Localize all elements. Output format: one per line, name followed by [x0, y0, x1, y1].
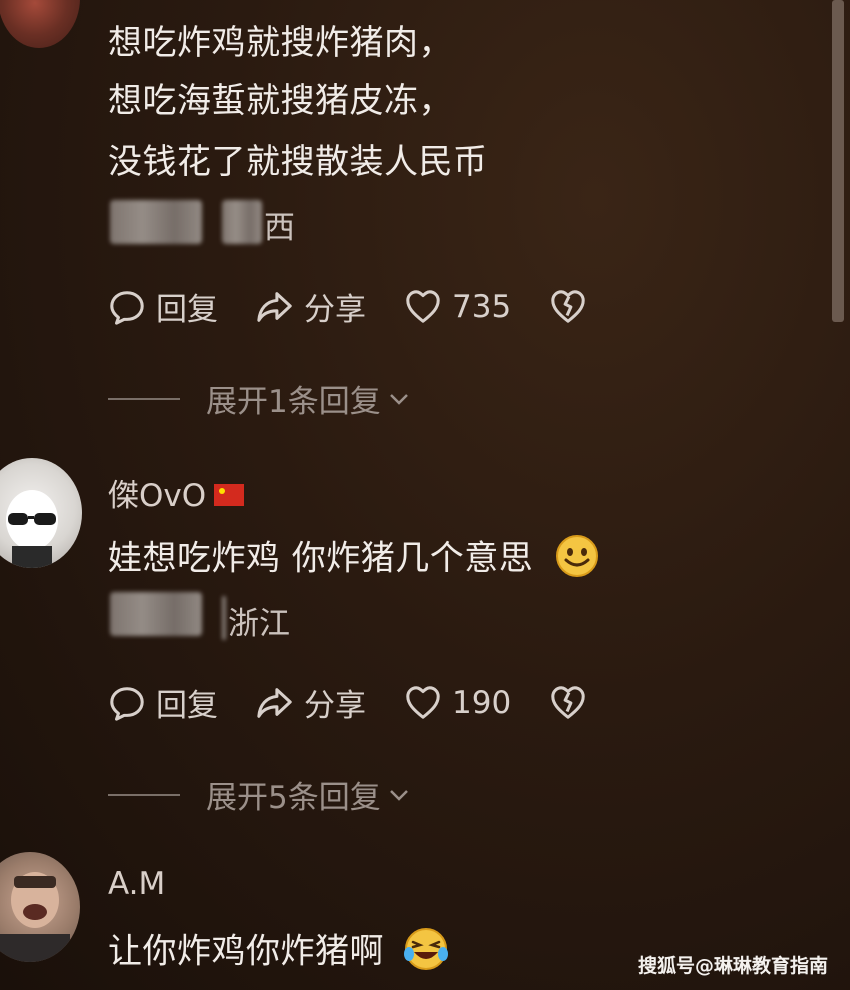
like-button[interactable]: 190	[404, 684, 511, 722]
heart-icon	[406, 685, 440, 719]
blurred-meta	[110, 592, 202, 636]
share-arrow-icon	[257, 687, 292, 718]
share-label: 分享	[304, 688, 366, 724]
scrollbar[interactable]	[832, 0, 844, 322]
chevron-down-icon	[389, 393, 408, 405]
username-text: 傑OvO	[108, 478, 207, 514]
broken-heart-icon	[551, 685, 585, 719]
expand-replies-button[interactable]: 展开5条回复	[108, 772, 411, 817]
broken-heart-icon	[551, 289, 585, 323]
dislike-button[interactable]	[549, 684, 597, 722]
reply-label: 回复	[156, 292, 218, 328]
username[interactable]: 傑OvO	[108, 470, 245, 515]
smile-emoji-icon	[555, 535, 598, 577]
share-label: 分享	[304, 292, 366, 328]
comment-bubble-icon	[110, 290, 144, 325]
like-count: 190	[452, 684, 512, 721]
blurred-meta	[222, 596, 226, 640]
username-text: A.M	[108, 866, 166, 902]
avatar-image	[0, 872, 70, 962]
expand-replies-label: 展开5条回复	[206, 780, 381, 816]
avatar[interactable]	[0, 0, 80, 48]
comment-location: 浙江	[228, 606, 290, 642]
comment-actions: 回复 分享 190	[108, 680, 635, 725]
comment-text-line-2: 想吃海蜇就搜猪皮冻，	[108, 81, 453, 121]
comment-text: 娃想吃炸鸡 你炸猪几个意思	[108, 535, 599, 582]
avatar-image	[6, 490, 58, 568]
blurred-meta	[222, 200, 262, 244]
china-flag-icon	[214, 483, 245, 506]
dislike-button[interactable]	[549, 288, 597, 326]
divider	[108, 397, 180, 400]
avatar[interactable]	[0, 852, 80, 962]
comment-text-line-3: 没钱花了就搜散装人民币	[108, 142, 488, 182]
blurred-meta	[110, 200, 202, 244]
share-arrow-icon	[257, 291, 292, 322]
comment-text: 让你炸鸡你炸猪啊	[108, 928, 449, 976]
reply-button[interactable]: 回复	[108, 680, 218, 725]
username[interactable]: A.M	[108, 866, 165, 902]
like-button[interactable]: 735	[404, 288, 511, 326]
share-button[interactable]: 分享	[256, 680, 366, 725]
avatar[interactable]	[0, 458, 82, 568]
laughing-crying-emoji-icon	[404, 928, 449, 970]
divider	[108, 793, 180, 796]
chevron-down-icon	[389, 789, 408, 801]
heart-icon	[406, 289, 440, 323]
comment-actions: 回复 分享 735	[108, 284, 635, 329]
comment-text-content: 让你炸鸡你炸猪啊	[108, 931, 384, 972]
reply-button[interactable]: 回复	[108, 284, 218, 329]
expand-replies-button[interactable]: 展开1条回复	[108, 376, 411, 421]
expand-replies-label: 展开1条回复	[206, 384, 381, 420]
reply-label: 回复	[156, 688, 218, 724]
comment-text-content: 娃想吃炸鸡 你炸猪几个意思	[108, 538, 534, 579]
comment-location: 西	[264, 210, 295, 246]
like-count: 735	[452, 288, 512, 325]
comment-bubble-icon	[110, 686, 144, 721]
comment-text-line-1: 想吃炸鸡就搜炸猪肉，	[108, 23, 453, 63]
share-button[interactable]: 分享	[256, 284, 366, 329]
watermark: 搜狐号@琳琳教育指南	[637, 955, 828, 977]
